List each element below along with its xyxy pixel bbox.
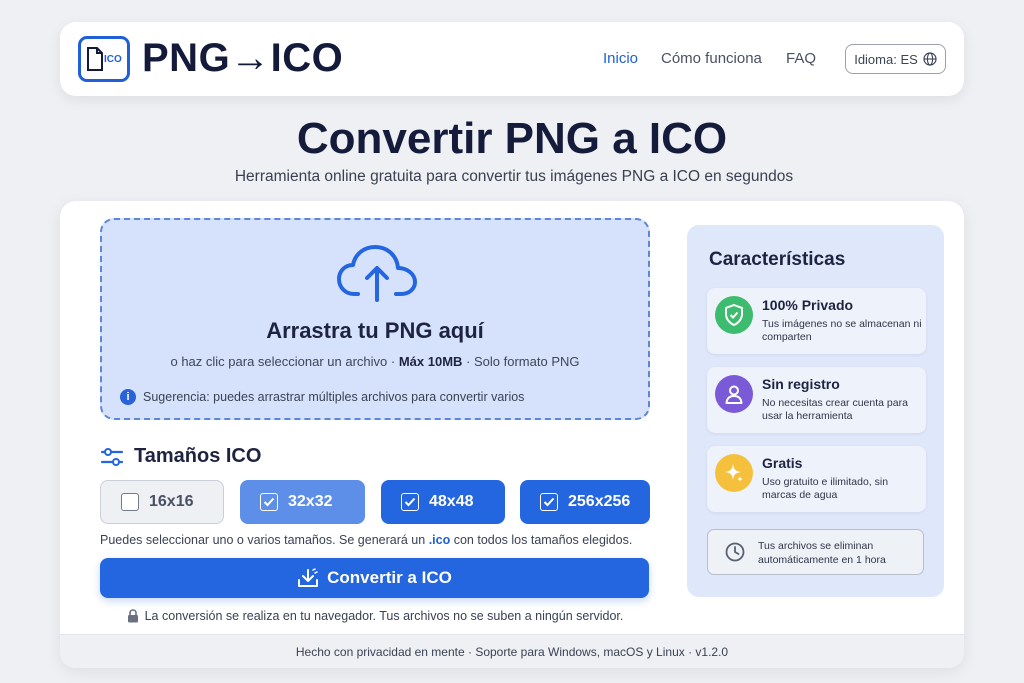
page-subtitle: Herramienta online gratuita para convert… — [234, 168, 794, 185]
cloud-upload-icon — [337, 245, 417, 302]
lock-icon — [127, 609, 138, 623]
size-label: 256x256 — [568, 493, 631, 510]
sizes-note-ext: .ico — [428, 533, 451, 547]
sizes-note: Puedes seleccionar uno o varios tamaños.… — [100, 533, 632, 547]
convert-button-label: Convertir a ICO — [327, 568, 452, 587]
deletion-note: Tus archivos se eliminan automáticamente… — [707, 529, 924, 575]
size-option-16x16[interactable]: 16x16 — [100, 480, 224, 524]
feature-desc: Uso gratuito e ilimitado, sin marcas de … — [762, 476, 889, 501]
dropzone-max-size: Máx 10MB — [398, 354, 463, 369]
feature-card-privado: 100% Privado Tus imágenes no se almacena… — [707, 288, 926, 354]
dropzone-click-text: o haz clic para seleccionar un archivo — [170, 354, 388, 369]
privacy-note-text: La conversión se realiza en tu navegador… — [144, 609, 624, 623]
dropzone-hint-text: Sugerencia: puedes arrastrar múltiples a… — [143, 390, 525, 404]
deletion-note-text: Tus archivos se eliminan automáticamente… — [758, 540, 886, 566]
checkbox-checked-icon — [540, 493, 558, 511]
nav-inicio[interactable]: Inicio — [603, 50, 638, 67]
checkbox-unchecked-icon — [121, 493, 139, 511]
file-icon — [87, 47, 103, 71]
feature-title: Gratis — [762, 455, 803, 471]
converter-card: Arrastra tu PNG aquí o haz clic para sel… — [60, 201, 964, 668]
feature-title: Sin registro — [762, 376, 840, 392]
logo-badge-text: ICO — [104, 54, 122, 65]
feature-title: 100% Privado — [762, 297, 854, 313]
dropzone-subtitle: o haz clic para seleccionar un archivo ·… — [170, 354, 580, 369]
feature-desc: No necesitas crear cuenta para usar la h… — [762, 397, 908, 422]
brand-name[interactable]: PNG→ICO — [142, 36, 343, 81]
page-title: Convertir PNG a ICO — [296, 114, 728, 163]
features-panel: Características 100% Privado Tus imágene… — [687, 225, 944, 597]
sizes-heading: Tamaños ICO — [100, 445, 261, 468]
checkbox-checked-icon — [260, 493, 278, 511]
sizes-note-text-end: con todos los tamaños elegidos. — [453, 533, 633, 547]
footer: Hecho con privacidad en mente · Soporte … — [60, 634, 964, 668]
info-icon: i — [120, 389, 136, 405]
size-option-48x48[interactable]: 48x48 — [381, 480, 505, 524]
download-icon — [298, 568, 319, 587]
globe-icon — [923, 52, 937, 66]
dropzone-hint: i Sugerencia: puedes arrastrar múltiples… — [120, 389, 524, 405]
feature-card-sin-registro: Sin registro No necesitas crear cuenta p… — [707, 367, 926, 433]
checkbox-checked-icon — [401, 493, 419, 511]
features-title: Características — [709, 249, 846, 270]
nav-como-funciona[interactable]: Cómo funciona — [661, 50, 762, 67]
sliders-icon — [100, 447, 124, 466]
convert-button[interactable]: Convertir a ICO — [100, 558, 649, 598]
size-label: 32x32 — [288, 493, 333, 510]
sizes-title: Tamaños ICO — [134, 445, 262, 467]
sparkle-icon — [715, 454, 753, 492]
clock-icon — [725, 542, 745, 562]
language-label: Idioma: ES — [854, 51, 918, 67]
size-label: 48x48 — [429, 493, 474, 510]
language-button[interactable]: Idioma: ES — [845, 44, 946, 74]
png-dropzone[interactable]: Arrastra tu PNG aquí o haz clic para sel… — [100, 218, 650, 420]
size-label: 16x16 — [149, 493, 194, 510]
dropzone-format: Solo formato PNG — [474, 354, 580, 369]
dropzone-title: Arrastra tu PNG aquí — [266, 318, 484, 343]
shield-check-icon — [715, 296, 753, 334]
user-icon — [715, 375, 753, 413]
sizes-note-text: Puedes seleccionar uno o varios tamaños.… — [100, 533, 426, 547]
privacy-note: La conversión se realiza en tu navegador… — [60, 609, 690, 623]
size-option-32x32[interactable]: 32x32 — [240, 480, 365, 524]
logo-icon[interactable]: ICO — [78, 36, 130, 82]
nav-faq[interactable]: FAQ — [786, 50, 816, 67]
feature-card-gratis: Gratis Uso gratuito e ilimitado, sin mar… — [707, 446, 926, 512]
top-header: ICO PNG→ICO Inicio Cómo funciona FAQ Idi… — [60, 22, 964, 96]
size-option-256x256[interactable]: 256x256 — [520, 480, 650, 524]
feature-desc: Tus imágenes no se almacenan ni comparte… — [762, 318, 922, 343]
